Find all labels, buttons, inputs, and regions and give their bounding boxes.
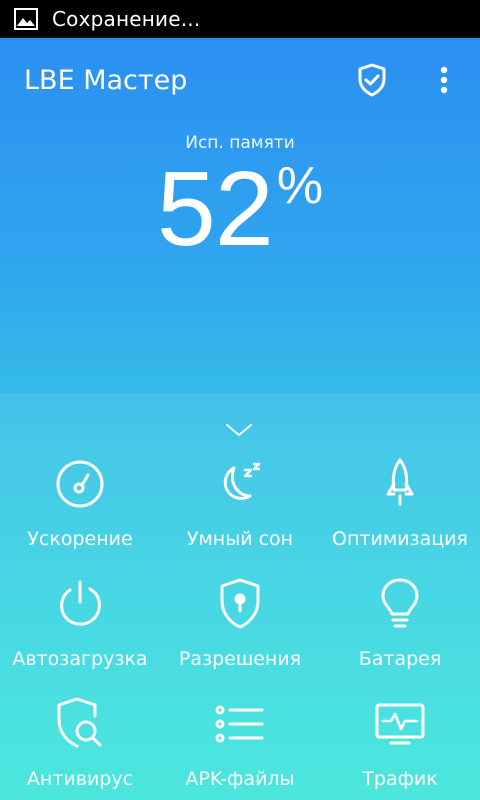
tile-label: Трафик	[362, 768, 438, 790]
power-icon	[50, 574, 110, 634]
tile-battery[interactable]: Батарея	[320, 574, 480, 694]
tile-label: Автозагрузка	[12, 648, 148, 670]
app-header: LBE Мастер	[0, 38, 480, 122]
tile-permissions[interactable]: Разрешения	[160, 574, 320, 694]
more-vertical-icon	[440, 66, 448, 94]
tile-traffic[interactable]: Трафик	[320, 694, 480, 800]
image-icon	[14, 8, 38, 30]
status-text: Сохранение...	[52, 7, 201, 31]
overflow-menu-button[interactable]	[430, 62, 458, 98]
shield-check-icon	[358, 63, 386, 97]
speedometer-icon	[50, 454, 110, 514]
tile-optimization[interactable]: Оптимизация	[320, 454, 480, 574]
features-panel: Ускорение Умный сон Оптимизация Автозагр…	[0, 394, 480, 800]
bulb-icon	[370, 574, 430, 634]
memory-percent-number: 52	[156, 150, 274, 268]
tile-label: Оптимизация	[332, 528, 468, 550]
tile-label: APK-файлы	[185, 768, 295, 790]
sleep-moon-icon	[210, 454, 270, 514]
tile-label: Батарея	[358, 648, 442, 670]
tile-antivirus[interactable]: Антивирус	[0, 694, 160, 800]
tile-label: Разрешения	[178, 648, 302, 670]
tile-label: Антивирус	[26, 768, 134, 790]
tile-label: Ускорение	[27, 528, 133, 550]
tile-apk-files[interactable]: APK-файлы	[160, 694, 320, 800]
shield-lock-icon	[210, 574, 270, 634]
security-shield-button[interactable]	[354, 60, 390, 100]
tile-smart-sleep[interactable]: Умный сон	[160, 454, 320, 574]
tile-autostart[interactable]: Автозагрузка	[0, 574, 160, 694]
chevron-down-icon[interactable]	[225, 422, 253, 438]
status-bar: Сохранение...	[0, 0, 480, 38]
memory-usage-value[interactable]: 52%	[0, 156, 480, 262]
app-title: LBE Мастер	[24, 64, 188, 96]
shield-search-icon	[50, 694, 110, 754]
list-icon	[210, 694, 270, 754]
app-screen: LBE Мастер Исп. памяти 52% Ускорение Умн…	[0, 38, 480, 800]
rocket-icon	[370, 454, 430, 514]
monitor-pulse-icon	[370, 694, 430, 754]
tile-acceleration[interactable]: Ускорение	[0, 454, 160, 574]
tile-label: Умный сон	[186, 528, 294, 550]
memory-percent-sign: %	[276, 157, 324, 215]
